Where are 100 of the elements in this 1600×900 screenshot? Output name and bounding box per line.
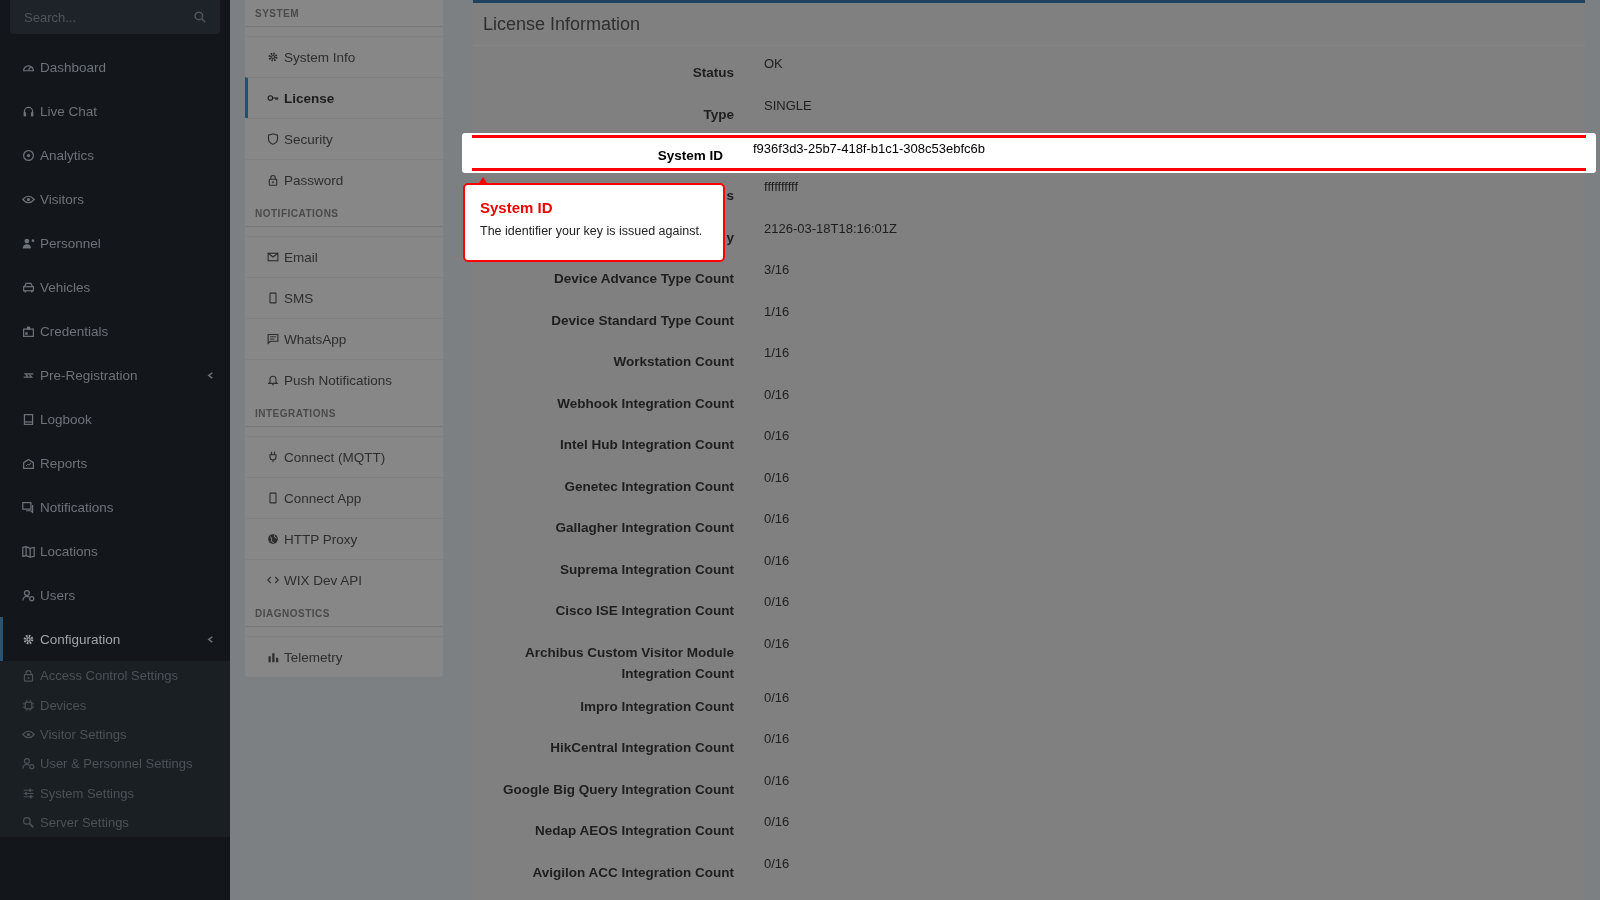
chart-icon [22, 456, 35, 470]
settings-nav-item[interactable]: WhatsApp [245, 318, 443, 359]
field-value: 0/16 [764, 771, 791, 790]
bar-chart-icon [267, 651, 279, 663]
envelope-icon [267, 251, 279, 263]
field-label: Archibus Custom Visitor Module Integration Count [524, 644, 734, 681]
field-value: 0/16 [764, 634, 791, 653]
map-icon [22, 544, 35, 558]
settings-nav-item[interactable]: Email [245, 236, 443, 277]
section-heading: INTEGRATIONS [245, 400, 443, 427]
plug-icon [267, 451, 279, 463]
section-heading: NOTIFICATIONS [245, 200, 443, 227]
target-icon [22, 148, 35, 162]
field-label: Cisco ISE Integration Count [555, 603, 734, 618]
field-value: OK [764, 55, 784, 73]
code-icon [267, 574, 279, 586]
card-title: License Information [473, 3, 1585, 46]
tooltip-text: The identifier your key is issued against. [480, 224, 704, 238]
sidebar-item[interactable]: Vehicles [0, 265, 230, 309]
field-label: Impro Integration Count [580, 698, 734, 714]
field-value: 0/16 [764, 730, 791, 748]
field-label: Gallagher Integration Count [555, 520, 734, 535]
settings-nav-item[interactable]: HTTP Proxy [245, 518, 443, 559]
settings-nav-item[interactable]: Telemetry [245, 636, 443, 677]
settings-nav-item[interactable]: Connect App [245, 477, 443, 518]
field-label: s [726, 188, 734, 203]
settings-nav-item[interactable]: Connect (MQTT) [245, 436, 443, 477]
sidebar-item[interactable]: Credentials [0, 309, 230, 353]
sidebar-item[interactable]: Personnel [0, 221, 230, 265]
phone-icon [267, 292, 279, 304]
field-label: Type [703, 106, 734, 122]
sidebar-item[interactable]: Reports [0, 441, 230, 485]
field-value: 0/16 [764, 427, 791, 445]
users-icon [22, 757, 35, 771]
sliders-icon [22, 786, 35, 800]
field-value: 3/16 [764, 261, 791, 279]
field-value: ffffffffff [764, 178, 799, 196]
car-icon [22, 280, 35, 294]
field-label: y [726, 229, 734, 245]
field-label: Workstation Count [613, 354, 734, 369]
sidebar-item[interactable]: Analytics [0, 133, 230, 177]
field-value: 0/16 [764, 385, 791, 404]
sidebar-item[interactable]: Live Chat [0, 89, 230, 133]
sidebar-item[interactable]: Visitors [0, 177, 230, 221]
sidebar-item[interactable]: Users [0, 573, 230, 617]
sidebar-item[interactable]: Pre-Registration [0, 353, 230, 397]
sidebar-item[interactable]: Dashboard [0, 45, 230, 89]
field-label: Suprema Integration Count [560, 561, 734, 577]
key-icon [267, 92, 279, 104]
section-heading: SYSTEM [245, 0, 443, 27]
message-icon [267, 333, 279, 345]
book-icon [22, 412, 35, 426]
field-label: Status [692, 65, 734, 80]
field-value: 0/16 [764, 468, 791, 487]
field-label: Google Big Query Integration Count [503, 781, 734, 797]
settings-nav-item[interactable]: WIX Dev API [245, 559, 443, 600]
field-value: 0/16 [764, 593, 791, 611]
phone-icon [267, 492, 279, 504]
field-value: SINGLE [764, 96, 813, 115]
users-icon [22, 588, 35, 602]
field-label: Webhook Integration Count [557, 395, 734, 411]
field-value: f936f3d3-25b7-418f-b1c1-308c53ebfc6b [753, 140, 986, 158]
field-label: Device Advance Type Count [553, 271, 734, 286]
search-icon [194, 11, 206, 23]
globe-icon [267, 533, 279, 545]
gear-icon [22, 632, 35, 646]
settings-nav-item[interactable]: License [245, 77, 443, 118]
lock-icon [22, 669, 35, 683]
settings-nav-item[interactable]: System Info [245, 36, 443, 77]
settings-nav-item[interactable]: Push Notifications [245, 359, 443, 400]
sidebar-item[interactable]: Notifications [0, 485, 230, 529]
sidebar-item[interactable]: Locations [0, 529, 230, 573]
field-label: Nedap AEOS Integration Count [535, 823, 734, 838]
chat-icon [22, 500, 35, 514]
lock-icon [267, 174, 279, 186]
field-value: 0/16 [764, 813, 791, 831]
field-value: 1/16 [764, 302, 791, 321]
field-label: Intel Hub Integration Count [560, 437, 734, 452]
field-label: HikCentral Integration Count [550, 740, 734, 755]
field-value: 0/16 [764, 688, 791, 707]
settings-nav-item[interactable]: SMS [245, 277, 443, 318]
section-heading: DIAGNOSTICS [245, 600, 443, 627]
tooltip-title: System ID [480, 199, 554, 216]
field-value: 0/16 [764, 551, 791, 570]
field-label: Device Standard Type Count [551, 312, 734, 328]
sidebar-item[interactable]: Logbook [0, 397, 230, 441]
field-value: 0/16 [764, 854, 791, 873]
field-value: 2126-03-18T18:16:01Z [764, 219, 898, 238]
id-badge-icon [22, 324, 35, 338]
person-icon [22, 236, 35, 250]
settings-nav-item[interactable]: Security [245, 118, 443, 159]
shield-icon [267, 133, 279, 145]
headset-icon [22, 104, 35, 118]
bell-icon [267, 374, 279, 386]
field-label: Avigilon ACC Integration Count [532, 864, 734, 880]
gear-icon [267, 51, 279, 63]
field-value: 1/16 [764, 344, 791, 362]
field-value: 0/16 [764, 510, 791, 528]
chip-icon [22, 698, 35, 712]
settings-nav-item[interactable]: Password [245, 159, 443, 200]
